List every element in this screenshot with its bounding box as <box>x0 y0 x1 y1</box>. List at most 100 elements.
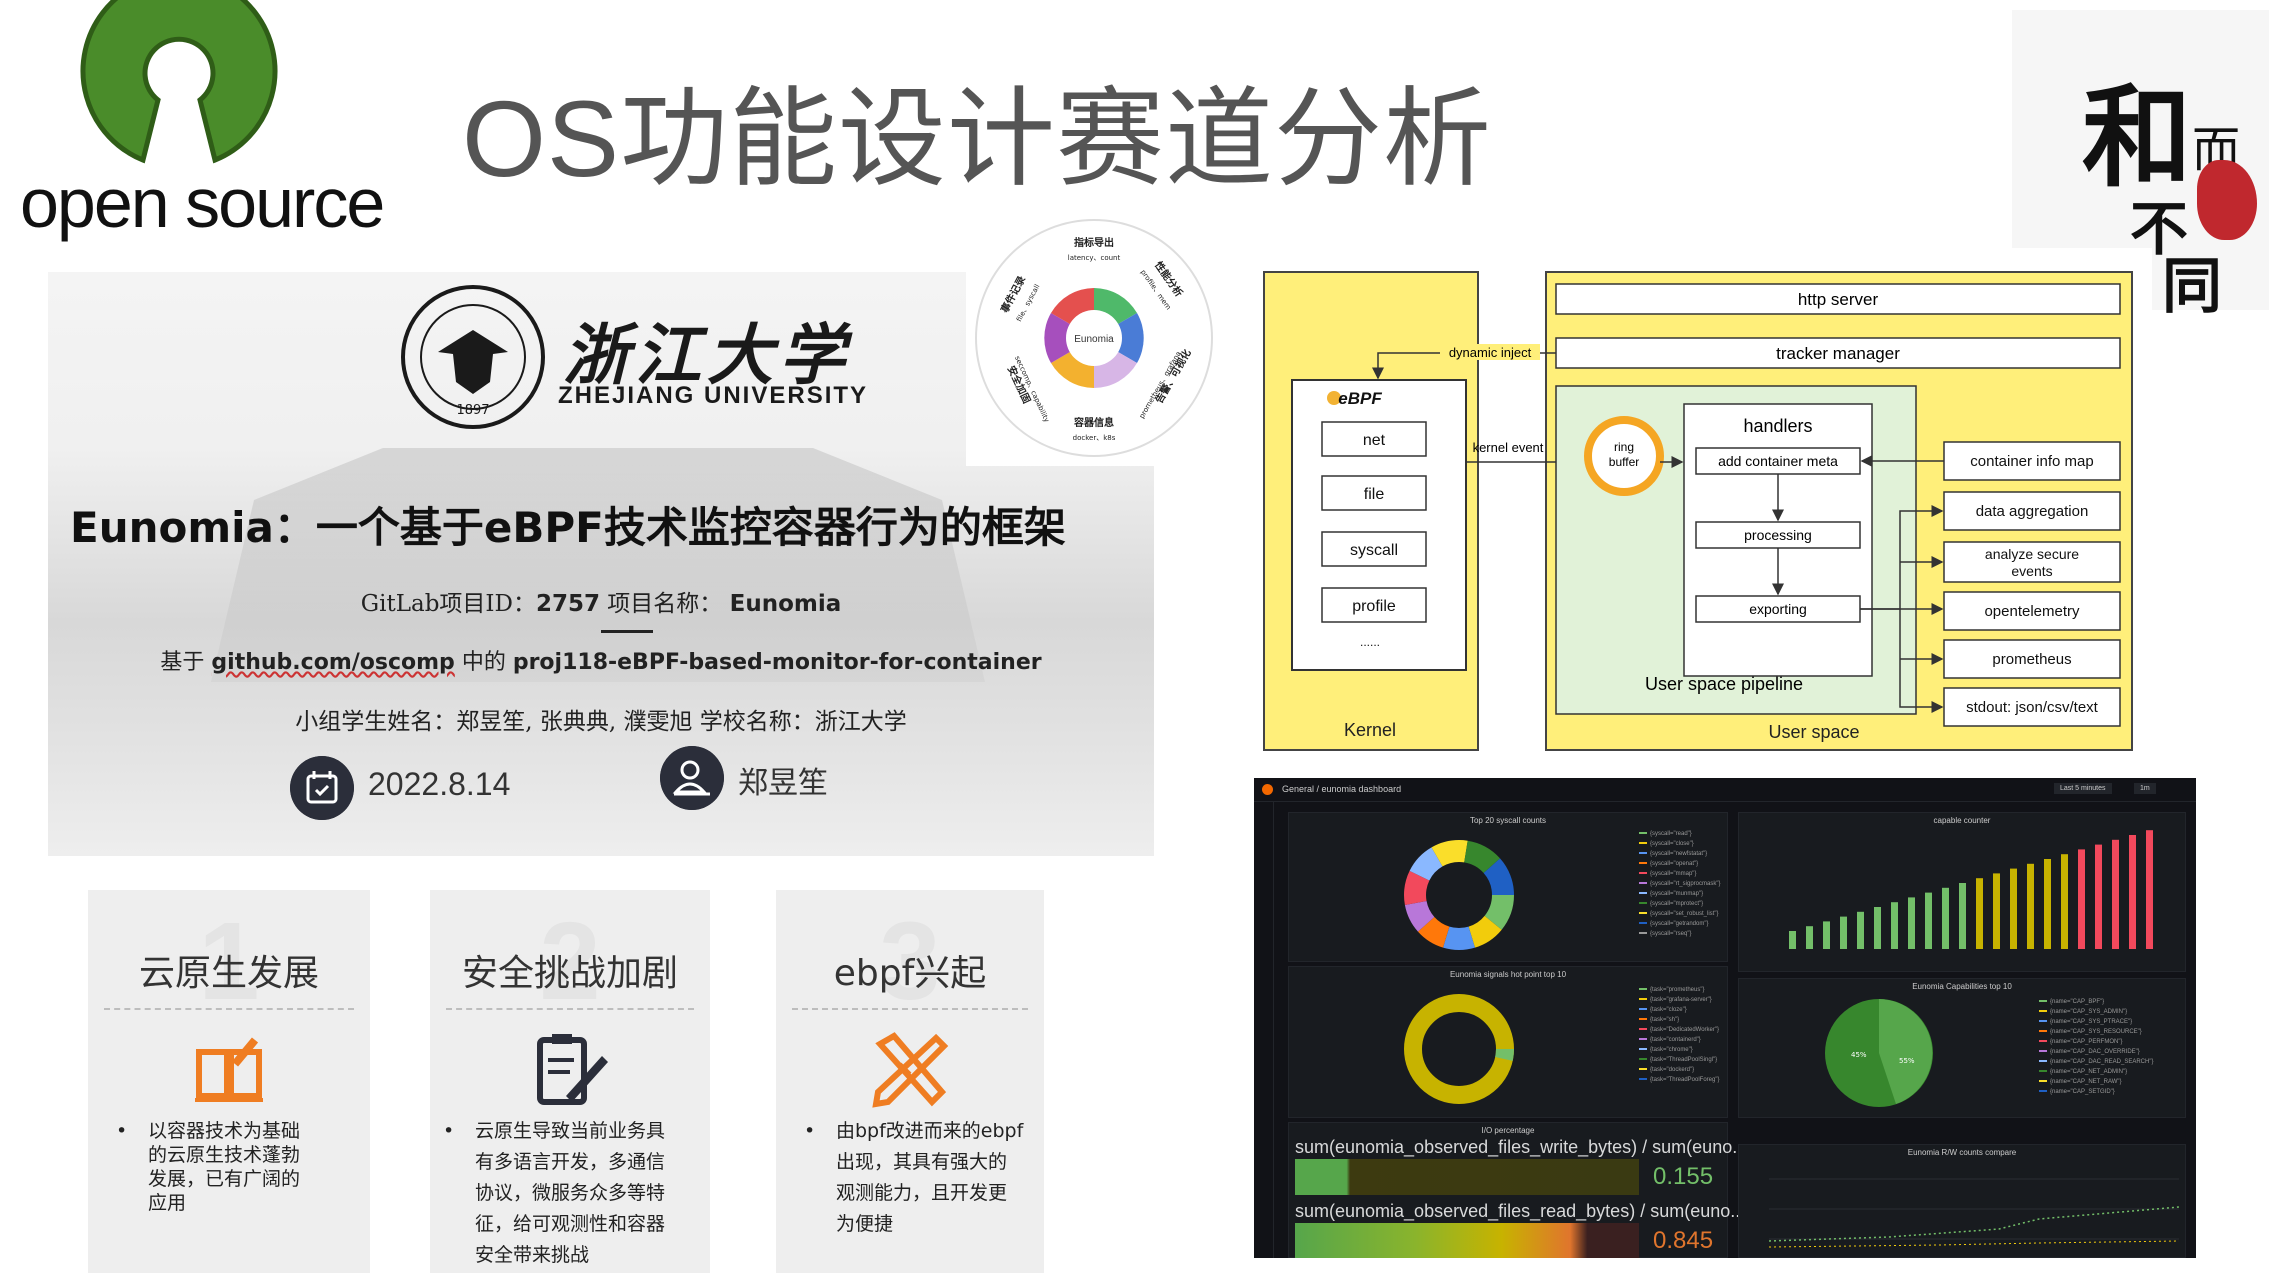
svg-text:add container meta: add container meta <box>1718 453 1838 469</box>
card-title: 云原生发展 <box>138 953 319 994</box>
svg-text:http server: http server <box>1798 290 1879 309</box>
card-ebpf: 3 ebpf兴起 • 由bpf改进而来的ebpf 出现，其具有强大的 观测能力，且开… <box>776 890 1044 1273</box>
io-write-label: sum(eunomia_observed_files_write_bytes) … <box>1295 1137 1748 1157</box>
panel-capable-counter: capable counter <box>1738 812 2186 972</box>
capable-bar <box>1908 897 1915 949</box>
syscall-donut <box>1404 840 1514 950</box>
capable-bar <box>1806 926 1813 949</box>
card-title: 安全挑战加剧 <box>461 953 678 994</box>
dashboard-breadcrumb[interactable]: General / eunomia dashboard <box>1282 784 1401 794</box>
capable-bar <box>1993 873 2000 949</box>
capable-bar <box>2061 854 2068 949</box>
book-icon <box>195 1037 263 1102</box>
capable-bar <box>1925 892 1932 949</box>
svg-text:syscall: syscall <box>1350 542 1398 559</box>
clipboard-icon <box>537 1034 608 1105</box>
svg-text:handlers: handlers <box>1743 416 1812 436</box>
wheel-sub-metrics: latency、count <box>1068 254 1121 262</box>
eunomia-feature-wheel: Eunomia 指标导出 latency、count 性能分析 profile、… <box>966 206 1234 466</box>
svg-text:net: net <box>1363 432 1386 449</box>
io-read-value: 0.845 <box>1653 1227 1714 1254</box>
capable-bar <box>2078 849 2085 949</box>
svg-text:exporting: exporting <box>1749 601 1807 617</box>
svg-text:buffer: buffer <box>1609 455 1639 469</box>
ring-buffer-label: ring <box>1614 440 1634 454</box>
capable-bar <box>2129 835 2136 949</box>
capabilities-pie: 45% 55% <box>1825 999 1933 1107</box>
capable-bar <box>2095 844 2102 949</box>
io-read-label: sum(eunomia_observed_files_read_bytes) /… <box>1295 1201 1746 1221</box>
panel-title: Eunomia R/W counts compare <box>1907 1148 2017 1157</box>
wheel-label-container: 容器信息 <box>1073 416 1114 429</box>
svg-text:1897: 1897 <box>456 403 489 418</box>
calendar-icon <box>290 756 354 820</box>
presentation-date: 2022.8.14 <box>368 766 511 802</box>
ebpf-label: eBPF <box>1338 389 1382 408</box>
syscall-legend: {syscall="read"} {syscall="close"} {sysc… <box>1639 829 1720 939</box>
svg-text:analyze secure: analyze secure <box>1985 546 2079 562</box>
grafana-sidebar <box>1254 802 1274 1258</box>
capable-bar <box>1891 902 1898 949</box>
slide-divider <box>601 630 653 633</box>
panel-capabilities: Eunomia Capabilities top 10 45% 55% {nam… <box>1738 978 2186 1118</box>
svg-text:file: file <box>1364 486 1385 503</box>
presenter-name: 郑昱笙 <box>738 766 828 801</box>
card-security: 2 安全挑战加剧 • 云原生导致当前业务具 有多语言开发，多通信 协议，微服务众多等… <box>430 890 710 1273</box>
capable-bar <box>1789 931 1796 949</box>
capable-bar <box>2027 863 2034 949</box>
wheel-sub-container: docker、k8s <box>1073 434 1116 442</box>
panel-title: capable counter <box>1933 816 1991 825</box>
svg-text:......: ...... <box>1360 635 1380 649</box>
rw-line-chart <box>1768 1178 2180 1248</box>
capable-bar <box>2146 830 2153 949</box>
based-on-info: 基于 github.com/oscomp 中的 proj118-eBPF-bas… <box>160 650 1042 675</box>
capabilities-legend: {name="CAP_BPF"} {name="CAP_SYS_ADMIN"} … <box>2039 997 2153 1097</box>
zju-name-en: ZHEJIANG UNIVERSITY <box>558 382 869 409</box>
card-body: • 云原生导致当前业务具 有多语言开发，多通信 协议，微服务众多等特 征，给可观测性和… <box>443 1120 666 1266</box>
card-divider <box>792 1008 1028 1010</box>
grafana-topbar: General / eunomia dashboard Last 5 minut… <box>1254 778 2196 802</box>
zju-emblem-icon: 1897 <box>401 285 545 429</box>
team-members: 小组学生姓名：郑昱笙, 张典典, 濮雯旭 学校名称：浙江大学 <box>295 709 907 735</box>
card-divider <box>446 1008 694 1010</box>
io-write-value: 0.155 <box>1653 1163 1714 1190</box>
user-space-label: User space <box>1768 722 1859 742</box>
panel-signals-hotpoint: Eunomia signals hot point top 10 {task="… <box>1288 966 1728 1118</box>
panel-title: Eunomia Capabilities top 10 <box>1912 982 2012 991</box>
card-cloud-native: 1 云原生发展 • 以容器技术为基础 的云原生技术蓬勃 发展，已有广阔的 应用 <box>88 890 370 1273</box>
svg-text:opentelemetry: opentelemetry <box>1984 603 2080 620</box>
io-write-gauge <box>1295 1159 1639 1195</box>
capable-bar <box>1976 878 1983 949</box>
capable-bar <box>2044 859 2051 949</box>
svg-text:tracker manager: tracker manager <box>1776 344 1900 363</box>
capable-bar <box>1959 883 1966 949</box>
kernel-event-label: kernel event <box>1473 440 1544 455</box>
grafana-logo-icon[interactable] <box>1262 784 1273 795</box>
time-range-picker[interactable]: Last 5 minutes <box>2054 783 2112 794</box>
panel-rw-compare: Eunomia R/W counts compare <box>1738 1144 2186 1258</box>
svg-text:data aggregation: data aggregation <box>1976 503 2089 520</box>
ebpf-items: net file syscall profile ...... <box>1321 421 1427 649</box>
panel-syscall-counts: Top 20 syscall counts {syscall="read"} {… <box>1288 812 1728 962</box>
card-body: • 由bpf改进而来的ebpf 出现，其具有强大的 观测能力，且开发更 为便捷 <box>804 1120 1024 1235</box>
svg-text:stdout: json/csv/text: stdout: json/csv/text <box>1966 699 2099 716</box>
svg-text:55%: 55% <box>1899 1057 1915 1065</box>
card-title: ebpf兴起 <box>833 953 987 994</box>
panel-title: Eunomia signals hot point top 10 <box>1449 970 1567 979</box>
capable-bar <box>1942 887 1949 949</box>
presenter-icon <box>660 746 724 810</box>
refresh-picker[interactable]: 1m <box>2134 783 2156 794</box>
capable-bar <box>1857 911 1864 949</box>
page-title: OS功能设计赛道分析 <box>462 78 1493 199</box>
card-body: • 以容器技术为基础 的云原生技术蓬勃 发展，已有广阔的 应用 <box>116 1120 301 1214</box>
svg-text:45%: 45% <box>1851 1051 1867 1059</box>
panel-io-percentage: I/O percentage sum(eunomia_observed_file… <box>1288 1122 1747 1258</box>
open-source-wordmark: open source <box>20 164 385 242</box>
slide-title: Eunomia：一个基于eBPF技术监控容器行为的框架 <box>70 503 1066 552</box>
svg-text:prometheus: prometheus <box>1992 651 2071 668</box>
capable-bar <box>1874 907 1881 949</box>
grafana-dashboard: General / eunomia dashboard Last 5 minut… <box>1254 778 2196 1258</box>
panel-title: I/O percentage <box>1481 1126 1535 1135</box>
capable-bar <box>1840 916 1847 949</box>
architecture-diagram: Kernel eBPF net file syscall profile ...… <box>1240 248 2152 778</box>
